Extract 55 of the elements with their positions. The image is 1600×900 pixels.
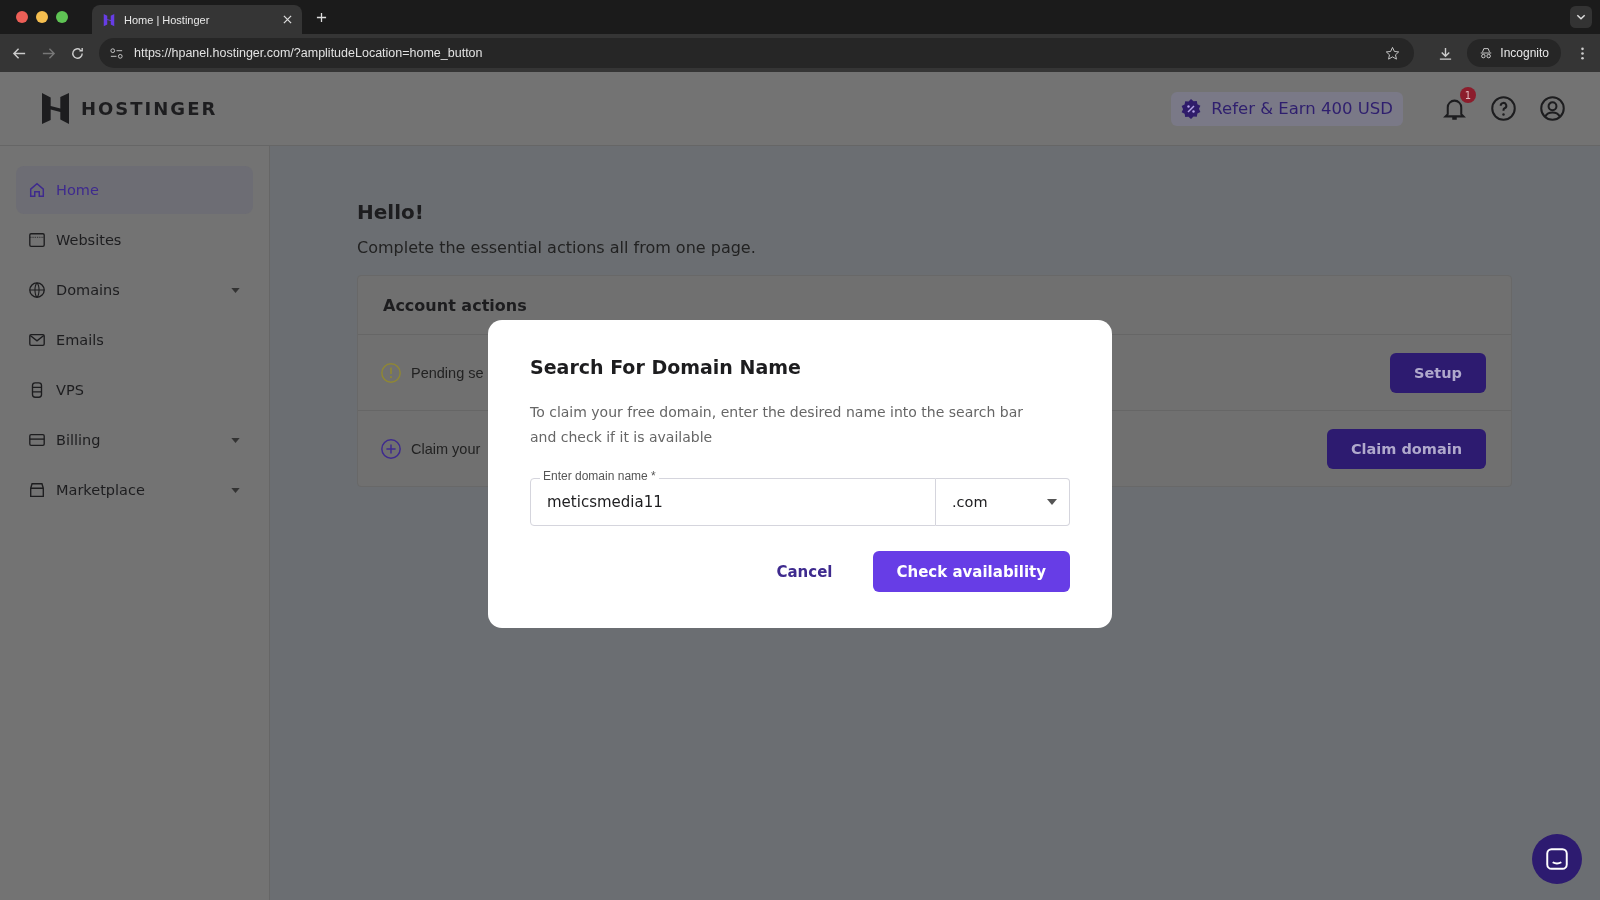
card-icon [28, 431, 46, 449]
check-availability-button[interactable]: Check availability [872, 551, 1070, 592]
store-icon [28, 481, 46, 499]
page-subtitle: Complete the essential actions all from one page. [357, 238, 757, 257]
sidebar-item[interactable]: VPS [16, 366, 253, 414]
logo-icon [42, 93, 69, 124]
action-text: Pending se [411, 364, 484, 381]
sidebar-item[interactable]: Websites [16, 216, 253, 264]
caret-icon [231, 487, 240, 493]
card-title: Account actions [383, 295, 527, 315]
notification-badge: 1 [1460, 87, 1476, 103]
refer-earn-button[interactable]: Refer & Earn 400 USD [1171, 91, 1403, 126]
dialog-title: Search For Domain Name [530, 356, 802, 378]
sidebar-item[interactable]: Domains [16, 266, 253, 314]
browser-icon [28, 231, 46, 249]
field-label: Enter domain name * [540, 469, 659, 483]
help-icon[interactable] [1490, 95, 1517, 122]
mail-icon [28, 331, 46, 349]
logo-icon [102, 12, 116, 27]
close-window-icon[interactable] [16, 11, 28, 23]
dialog-description: To claim your free domain, enter the desired name into the search bar and check if it is available [530, 403, 1024, 447]
incognito-icon [1479, 46, 1494, 60]
sidebar-item[interactable]: Billing [16, 416, 253, 464]
cancel-button[interactable]: Cancel [760, 552, 849, 591]
sidebar-item[interactable]: Marketplace [16, 466, 253, 514]
globe-icon [28, 281, 46, 299]
site-settings-icon[interactable] [109, 45, 124, 61]
close-tab-icon[interactable] [283, 15, 292, 24]
logo-text: HOSTINGER [81, 98, 218, 119]
action-button[interactable]: Claim domain [1326, 428, 1486, 469]
sidebar-item[interactable]: Emails [16, 316, 253, 364]
incognito-button[interactable]: Incognito [1467, 39, 1561, 67]
maximize-window-icon[interactable] [56, 11, 68, 23]
warning-icon [380, 361, 402, 384]
new-tab-icon[interactable] [316, 11, 327, 23]
account-icon[interactable] [1539, 95, 1566, 122]
bookmark-star-icon[interactable] [1385, 45, 1401, 61]
browser-tab[interactable]: Home | Hostinger [92, 5, 302, 34]
tld-dropdown[interactable]: .com [936, 478, 1070, 526]
page-title: Hello! [357, 200, 425, 224]
chat-icon [1544, 846, 1570, 872]
caret-icon [231, 287, 240, 293]
minimize-window-icon[interactable] [36, 11, 48, 23]
reload-icon[interactable] [70, 45, 85, 61]
address-bar[interactable]: https://hpanel.hostinger.com/?amplitudeLocation=home_button [99, 38, 1415, 68]
discount-badge-icon [1181, 98, 1202, 119]
plus-circle-icon [380, 437, 402, 460]
caret-icon [1047, 499, 1057, 505]
download-icon[interactable] [1438, 45, 1454, 61]
tab-list-icon[interactable] [1570, 6, 1592, 28]
caret-icon [231, 437, 240, 443]
chat-button[interactable] [1532, 834, 1582, 884]
action-button[interactable]: Setup [1390, 352, 1486, 393]
action-text: Claim your [411, 440, 481, 457]
home-icon [28, 181, 46, 199]
